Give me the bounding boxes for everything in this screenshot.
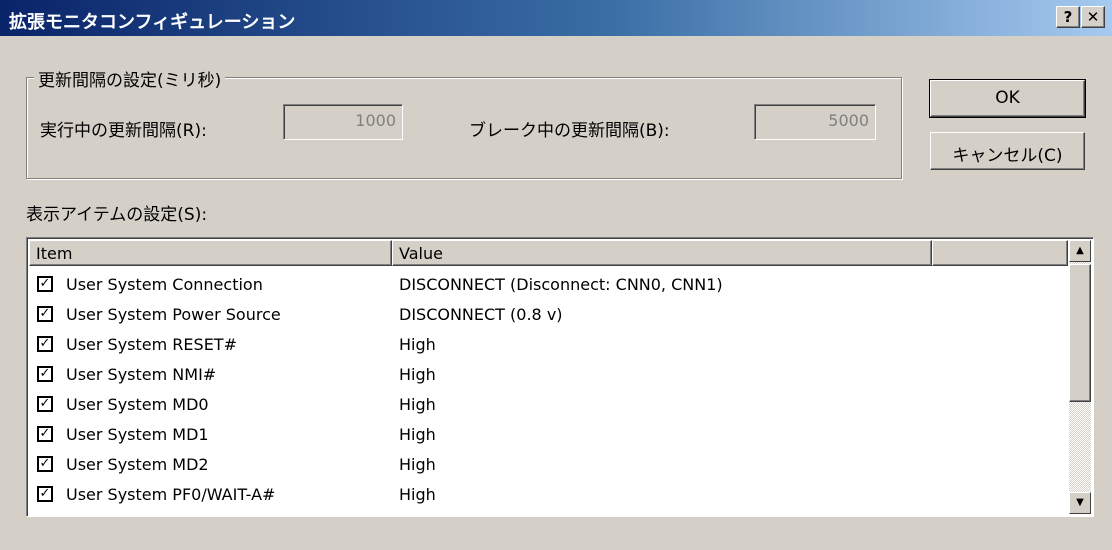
- item-value: DISCONNECT (0.8 v): [399, 305, 563, 324]
- running-interval-field[interactable]: 1000: [283, 104, 403, 140]
- column-header-item[interactable]: Item: [29, 240, 392, 266]
- item-value: High: [399, 485, 436, 504]
- column-header-value[interactable]: Value: [392, 240, 932, 266]
- item-name: User System PF0/WAIT-A#: [66, 485, 276, 504]
- window-title: 拡張モニタコンフィギュレーション: [9, 12, 296, 33]
- item-name: User System NMI#: [66, 365, 217, 384]
- item-name: User System RESET#: [66, 335, 237, 354]
- item-value: High: [399, 365, 436, 384]
- column-header-extra[interactable]: [932, 240, 1068, 266]
- item-name: User System MD1: [66, 425, 209, 444]
- list-item[interactable]: ✓ User System RESET# High: [29, 330, 1069, 360]
- update-interval-legend: 更新間隔の設定(ミリ秒): [34, 66, 226, 91]
- break-interval-field[interactable]: 5000: [754, 104, 876, 140]
- running-interval-label: 実行中の更新間隔(R):: [40, 121, 207, 141]
- item-value: High: [399, 425, 436, 444]
- display-items-label: 表示アイテムの設定(S):: [26, 205, 208, 225]
- item-value: High: [399, 395, 436, 414]
- cancel-button[interactable]: キャンセル(C): [930, 132, 1085, 170]
- item-checkbox[interactable]: ✓: [37, 366, 53, 382]
- item-checkbox[interactable]: ✓: [37, 396, 53, 412]
- list-item[interactable]: ✓ User System Connection DISCONNECT (Dis…: [29, 270, 1069, 300]
- ok-button[interactable]: OK: [929, 79, 1086, 118]
- item-name: User System Power Source: [66, 305, 281, 324]
- list-item[interactable]: ✓ User System MD0 High: [29, 390, 1069, 420]
- item-checkbox[interactable]: ✓: [37, 426, 53, 442]
- close-button[interactable]: ✕: [1081, 6, 1105, 28]
- scroll-thumb[interactable]: [1069, 264, 1091, 402]
- list-item[interactable]: ✓ User System MD2 High: [29, 450, 1069, 480]
- break-interval-label: ブレーク中の更新間隔(B):: [469, 121, 670, 141]
- scroll-up-icon[interactable]: ▲: [1069, 240, 1091, 262]
- list-item[interactable]: ✓ User System Power Source DISCONNECT (0…: [29, 300, 1069, 330]
- item-name: User System MD0: [66, 395, 209, 414]
- list-item[interactable]: ✓ User System PF0/WAIT-A# High: [29, 480, 1069, 510]
- item-value: DISCONNECT (Disconnect: CNN0, CNN1): [399, 275, 723, 294]
- item-name: User System MD2: [66, 455, 209, 474]
- scroll-down-icon[interactable]: ▼: [1069, 492, 1091, 514]
- item-name: User System Connection: [66, 275, 263, 294]
- list-item[interactable]: ✓ User System MD1 High: [29, 420, 1069, 450]
- display-items-list[interactable]: Item Value ✓ User System Connection DISC…: [26, 237, 1094, 517]
- help-button[interactable]: ?: [1056, 6, 1080, 28]
- item-checkbox[interactable]: ✓: [37, 486, 53, 502]
- vertical-scrollbar[interactable]: ▲ ▼: [1069, 240, 1091, 514]
- cancel-button-label: キャンセル(C): [952, 146, 1063, 166]
- item-value: High: [399, 455, 436, 474]
- list-item[interactable]: ✓ User System NMI# High: [29, 360, 1069, 390]
- item-checkbox[interactable]: ✓: [37, 456, 53, 472]
- ok-button-label: OK: [995, 88, 1020, 108]
- title-bar: 拡張モニタコンフィギュレーション ? ✕: [0, 0, 1112, 36]
- item-checkbox[interactable]: ✓: [37, 276, 53, 292]
- item-checkbox[interactable]: ✓: [37, 336, 53, 352]
- item-value: High: [399, 335, 436, 354]
- item-checkbox[interactable]: ✓: [37, 306, 53, 322]
